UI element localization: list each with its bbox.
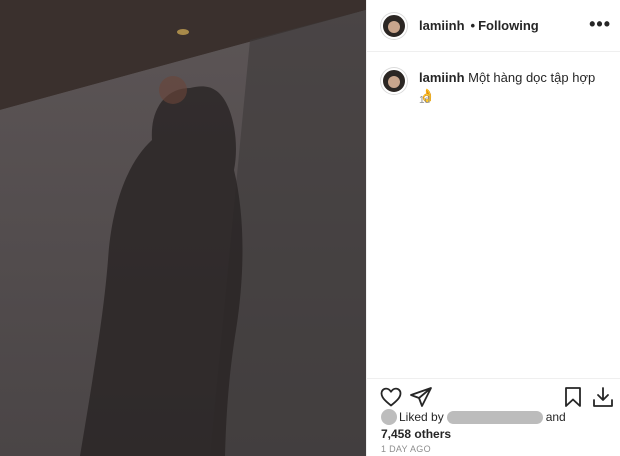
caption-text-block: lamiinh Một hàng dọc tập hợp 👌 — [419, 69, 611, 105]
caption-username[interactable]: lamiinh — [419, 70, 465, 85]
heart-icon[interactable] — [379, 385, 403, 409]
post-panel: lamiinh • Following ••• lamiinh Một hàng… — [366, 0, 620, 456]
send-icon[interactable] — [409, 385, 433, 409]
likes-summary: Liked by and 7,458 others — [381, 409, 566, 441]
following-button[interactable]: Following — [478, 18, 539, 33]
avatar-face — [388, 76, 400, 88]
redacted-username — [446, 410, 543, 424]
liked-by-label: Liked by — [399, 410, 444, 424]
more-horizontal-icon[interactable]: ••• — [589, 14, 611, 35]
separator-dot: • — [470, 18, 476, 33]
action-bar — [367, 378, 620, 412]
username-link[interactable]: lamiinh — [419, 18, 465, 33]
post-header: lamiinh • Following ••• — [367, 0, 620, 52]
likes-and-label: and — [545, 410, 566, 424]
post-timestamp[interactable]: 1 DAY AGO — [381, 444, 431, 454]
shadow-photo — [0, 0, 366, 456]
liker-avatar[interactable] — [381, 409, 397, 425]
likes-row: Liked by and — [381, 409, 566, 425]
post-photo[interactable] — [0, 0, 366, 456]
caption-time[interactable]: 1d — [419, 95, 430, 106]
download-icon[interactable] — [591, 385, 615, 409]
bookmark-icon[interactable] — [561, 385, 585, 409]
caption: lamiinh Một hàng dọc tập hợp 👌 1d — [381, 68, 611, 106]
avatar-face — [388, 20, 400, 33]
likes-count-link[interactable]: 7,458 others — [381, 427, 566, 441]
avatar[interactable] — [381, 12, 407, 39]
caption-avatar[interactable] — [381, 68, 407, 94]
